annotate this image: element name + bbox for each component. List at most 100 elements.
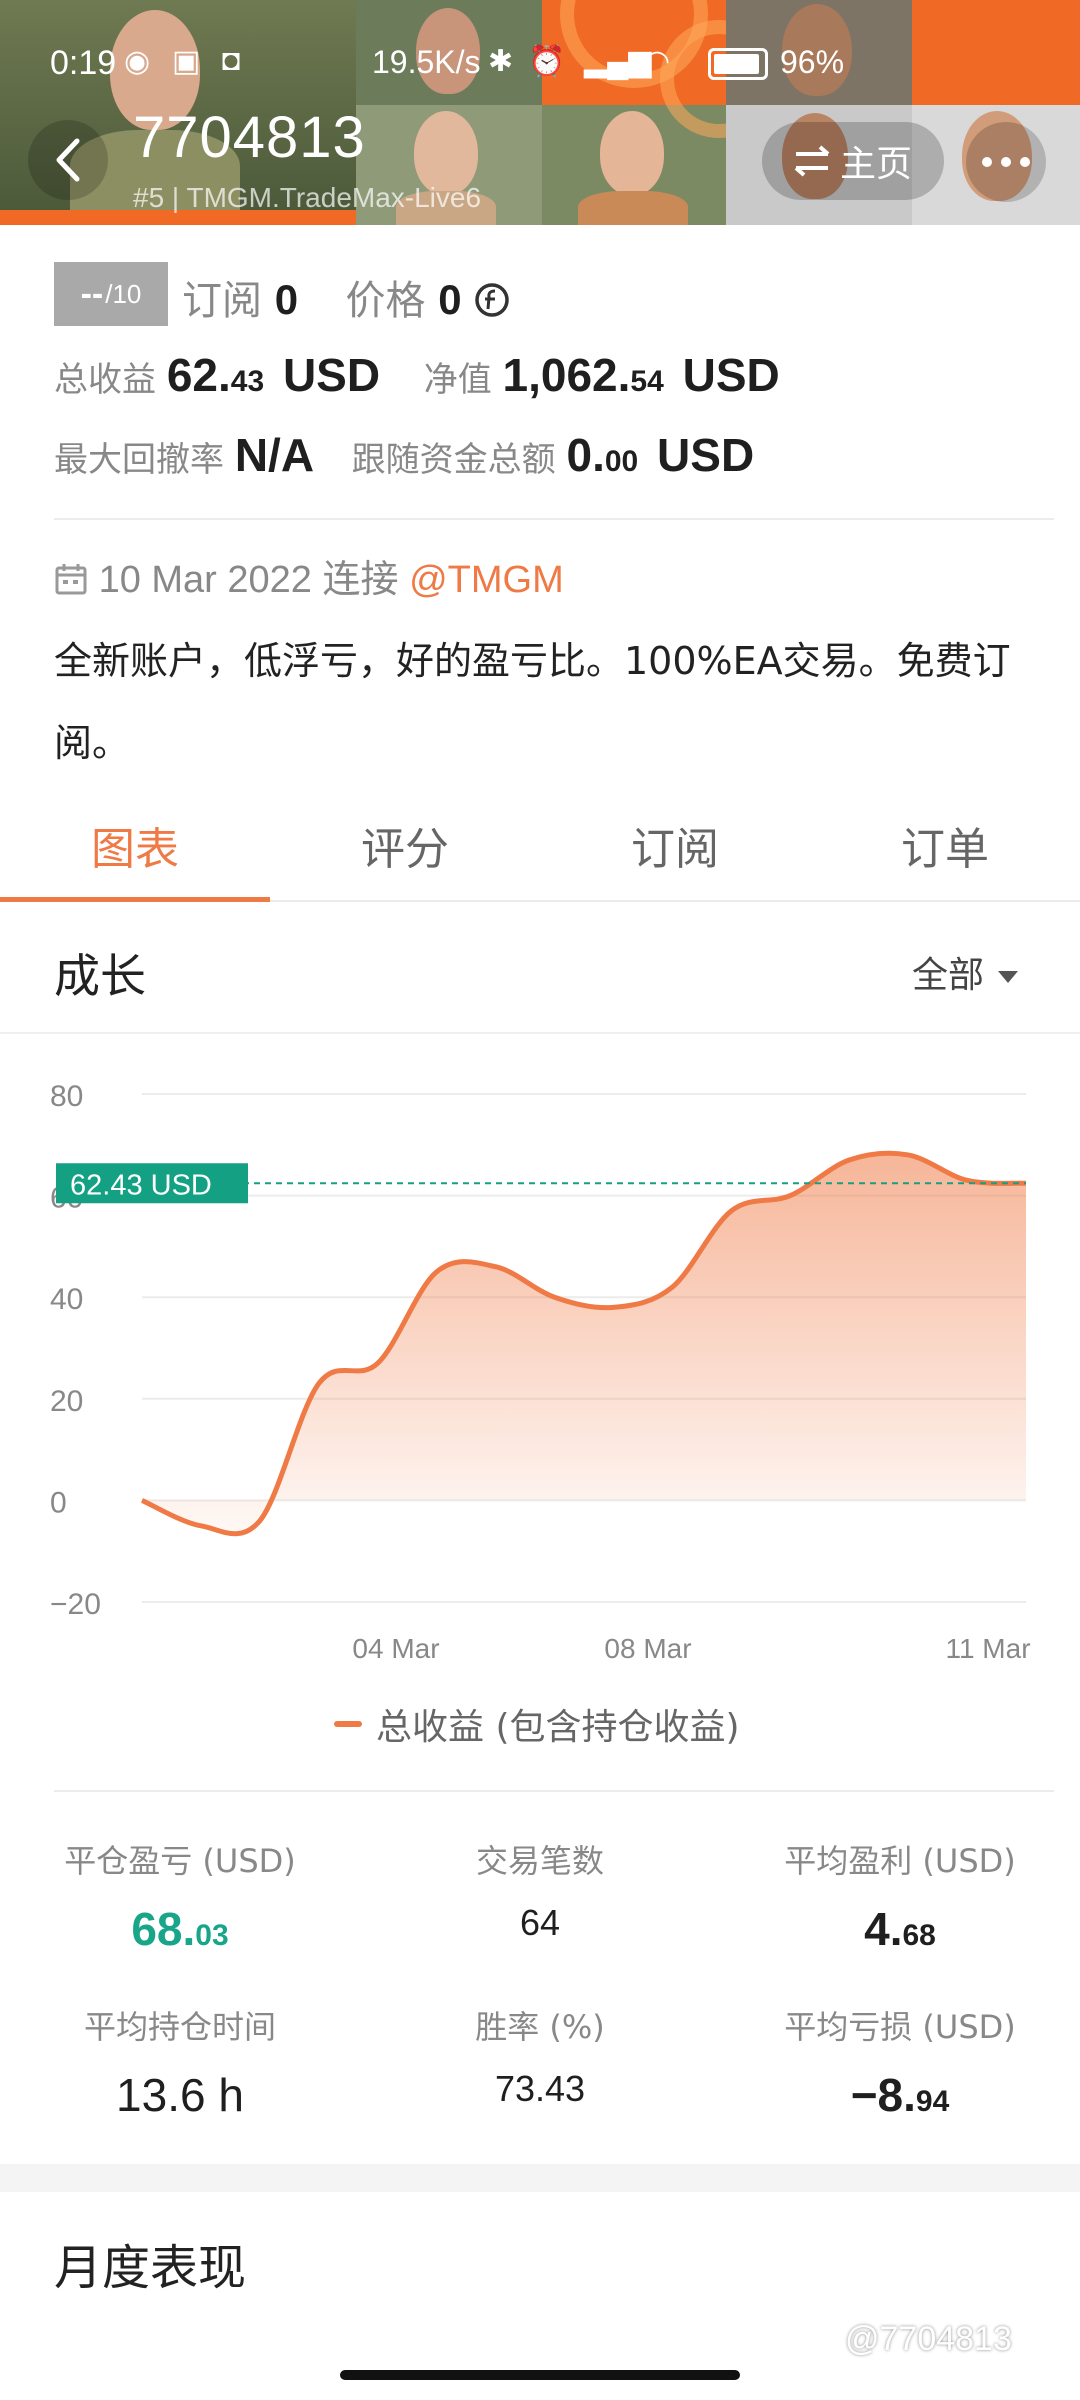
equity-label: 净值 (423, 360, 492, 400)
equity-unit: USD (682, 349, 780, 401)
stat-win-rate: 胜率 (%) 73.43 (360, 2002, 720, 2110)
home-indicator[interactable] (340, 2370, 740, 2380)
signal-icon: ▂▄▆ (584, 45, 652, 78)
follow-funds-dec: 00 (604, 445, 639, 478)
app-icon: ▣ (172, 45, 201, 78)
follow-funds-int: 0. (566, 429, 605, 481)
max-drawdown-value: N/A (234, 429, 315, 481)
stat-label: 平仓盈亏 (USD) (64, 1842, 296, 1880)
price-label: 价格 (345, 278, 426, 324)
account-server: #5 | TMGM.TradeMax-Live6 (133, 182, 482, 213)
battery-icon (708, 48, 768, 80)
stat-label: 交易笔数 (475, 1842, 604, 1880)
stat-value: 13.6 h (0, 2068, 360, 2122)
monthly-performance-title: 月度表现 (54, 2240, 247, 2296)
connection-date: 10 Mar 2022 (98, 559, 312, 601)
alarm-icon: ⏰ (528, 45, 566, 78)
connection-label: 连接 (322, 559, 399, 601)
stat-value-text: 73.43 (494, 2068, 586, 2109)
watermark: @7704813 (845, 2320, 1012, 2358)
swap-icon (794, 145, 830, 177)
x-tick-label: 11 Mar (945, 1633, 1030, 1664)
mi-icon: ◘ (222, 44, 241, 77)
stat-value-dec: 68 (902, 1919, 936, 1952)
status-bar: 0:19 ◉ ▣ ◘ 19.5K/s ✱ ⏰ ▂▄▆ ◠ 96% (0, 0, 1080, 120)
series-area (142, 1153, 1026, 1534)
y-tick-label: −20 (50, 1588, 101, 1621)
equity-dec: 54 (630, 365, 664, 398)
stat-label: 平均亏损 (USD) (784, 2008, 1016, 2046)
profile-header-banner: 0:19 ◉ ▣ ◘ 19.5K/s ✱ ⏰ ▂▄▆ ◠ 96% 7704813… (0, 0, 1080, 225)
period-filter-dropdown[interactable]: 全部 (912, 946, 1019, 998)
divider (54, 1790, 1054, 1792)
back-button[interactable] (28, 120, 108, 200)
total-profit-int: 62. (166, 349, 231, 401)
stat-value-dec: 03 (195, 1919, 229, 1952)
rating-out-of: /10 (105, 278, 142, 309)
follow-funds-unit: USD (657, 429, 755, 481)
more-button[interactable] (966, 122, 1046, 202)
home-button[interactable]: 主页 (762, 122, 944, 200)
divider (0, 1032, 1080, 1034)
caret-down-icon (998, 971, 1019, 983)
tab-rating[interactable]: 评分 (270, 800, 540, 900)
growth-chart: 806040200−2004 Mar08 Mar11 Mar62.43 USD (0, 1040, 1080, 1680)
growth-chart-svg: 806040200−2004 Mar08 Mar11 Mar62.43 USD (50, 1080, 1031, 1664)
stat-value-dec: 94 (915, 2085, 950, 2118)
drawdown-follow-line: 最大回撤率 N/A 跟随资金总额 0.00 USD (54, 428, 754, 482)
stat-value: 73.43 (360, 2068, 720, 2110)
stat-value-text: 13.6 h (116, 2069, 244, 2121)
stat-value: 4.68 (720, 1902, 1080, 1956)
rating-badge: -- /10 (54, 262, 168, 326)
account-description: 全新账户，低浮亏，好的盈亏比。100%EA交易。免费订阅。 (54, 639, 1011, 765)
stat-value: 64 (360, 1902, 720, 1944)
stat-closed-pl: 平仓盈亏 (USD) 68.03 (0, 1836, 360, 1956)
subscribe-price-line: 订阅 0 价格 0 (182, 268, 510, 326)
stat-value-text: 64 (519, 1902, 561, 1943)
stat-label: 平均盈利 (USD) (784, 1842, 1016, 1880)
section-separator (0, 2164, 1080, 2192)
total-profit-label: 总收益 (54, 360, 156, 400)
stat-value-int: 4. (864, 1903, 903, 1955)
total-profit-unit: USD (282, 349, 381, 401)
connection-line: 10 Mar 2022 连接 @TMGM (54, 548, 564, 603)
more-dots-icon (982, 157, 1030, 167)
subscribe-label: 订阅 (182, 278, 262, 324)
period-filter-label: 全部 (912, 955, 985, 996)
stat-value: 68.03 (0, 1902, 360, 1956)
stat-trade-count: 交易笔数 64 (360, 1836, 720, 1944)
max-drawdown-label: 最大回撤率 (54, 440, 224, 480)
subscribe-value: 0 (274, 276, 299, 323)
equity-int: 1,062. (502, 349, 631, 401)
stat-label: 胜率 (%) (475, 2008, 605, 2046)
qq-icon: ◉ (124, 45, 151, 78)
stat-value-int: 68. (131, 1903, 196, 1955)
y-tick-label: 20 (50, 1385, 83, 1418)
y-tick-label: 0 (50, 1486, 67, 1519)
current-value-label: 62.43 USD (70, 1169, 212, 1201)
tab-chart[interactable]: 图表 (0, 800, 270, 902)
y-tick-label: 40 (50, 1283, 83, 1316)
status-time: 0:19 (50, 44, 117, 82)
stat-avg-hold-time: 平均持仓时间 13.6 h (0, 2002, 360, 2122)
tab-orders[interactable]: 订单 (810, 800, 1080, 900)
stat-avg-profit: 平均盈利 (USD) 4.68 (720, 1836, 1080, 1956)
x-tick-label: 08 Mar (604, 1633, 691, 1664)
y-tick-label: 80 (50, 1080, 83, 1113)
stat-label: 平均持仓时间 (83, 2008, 276, 2046)
broker-link[interactable]: @TMGM (409, 559, 564, 601)
follow-funds-label: 跟随资金总额 (351, 440, 556, 480)
x-tick-label: 04 Mar (352, 1633, 439, 1664)
legend-swatch (334, 1721, 362, 1727)
price-value: 0 (438, 276, 462, 323)
bluetooth-icon: ✱ (488, 45, 514, 78)
chevron-left-icon (56, 138, 80, 182)
stat-avg-loss: 平均亏损 (USD) −8.94 (720, 2002, 1080, 2122)
coin-icon (475, 283, 510, 317)
rating-score: -- (80, 274, 104, 313)
chart-legend: 总收益 (包含持仓收益) (334, 1698, 740, 1750)
network-speed: 19.5K/s (372, 44, 481, 80)
profit-equity-line: 总收益 62.43 USD 净值 1,062.54 USD (54, 348, 780, 402)
tab-bar: 图表 评分 订阅 订单 (0, 800, 1080, 902)
tab-subscribe[interactable]: 订阅 (540, 800, 810, 900)
